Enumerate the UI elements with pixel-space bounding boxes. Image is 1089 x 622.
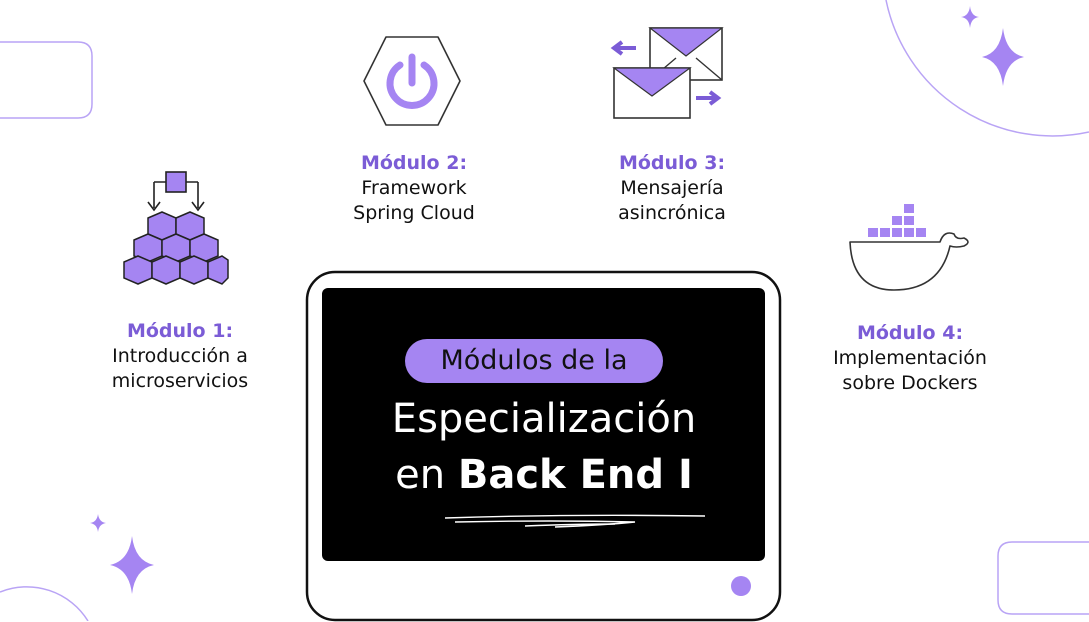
screen-title-prefix: en xyxy=(395,452,446,498)
module-1-label: Módulo 1: Introducción a microservicios xyxy=(70,319,290,394)
module-3-label: Módulo 3: Mensajería asincrónica xyxy=(562,151,782,226)
module-desc: Introducción a xyxy=(112,345,248,367)
home-button xyxy=(731,576,751,596)
screen-title-bold: Back End I xyxy=(457,452,693,498)
module-desc: Spring Cloud xyxy=(353,202,475,224)
module-title: Módulo 1: xyxy=(126,320,234,342)
screen-pill: Módulos de la xyxy=(405,339,663,383)
docker-whale-icon xyxy=(849,204,969,291)
tablet-frame xyxy=(305,270,782,622)
module-desc: Mensajería xyxy=(620,177,724,199)
module-4-label: Módulo 4: Implementación sobre Dockers xyxy=(800,321,1020,396)
screen-title-line2: en Back End I xyxy=(322,452,766,498)
module-title: Módulo 3: xyxy=(618,152,726,174)
module-2-label: Módulo 2: Framework Spring Cloud xyxy=(304,151,524,226)
envelopes-icon xyxy=(610,27,724,119)
module-desc: microservicios xyxy=(111,370,249,392)
module-desc: Implementación xyxy=(833,347,987,369)
module-desc: Framework xyxy=(361,177,467,199)
module-desc: sobre Dockers xyxy=(842,372,978,394)
module-title: Módulo 4: xyxy=(856,322,964,344)
cubes-icon xyxy=(123,171,229,285)
power-icon xyxy=(363,36,461,126)
module-title: Módulo 2: xyxy=(360,152,468,174)
screen-title-line1: Especialización xyxy=(391,396,697,442)
module-desc: asincrónica xyxy=(618,202,726,224)
